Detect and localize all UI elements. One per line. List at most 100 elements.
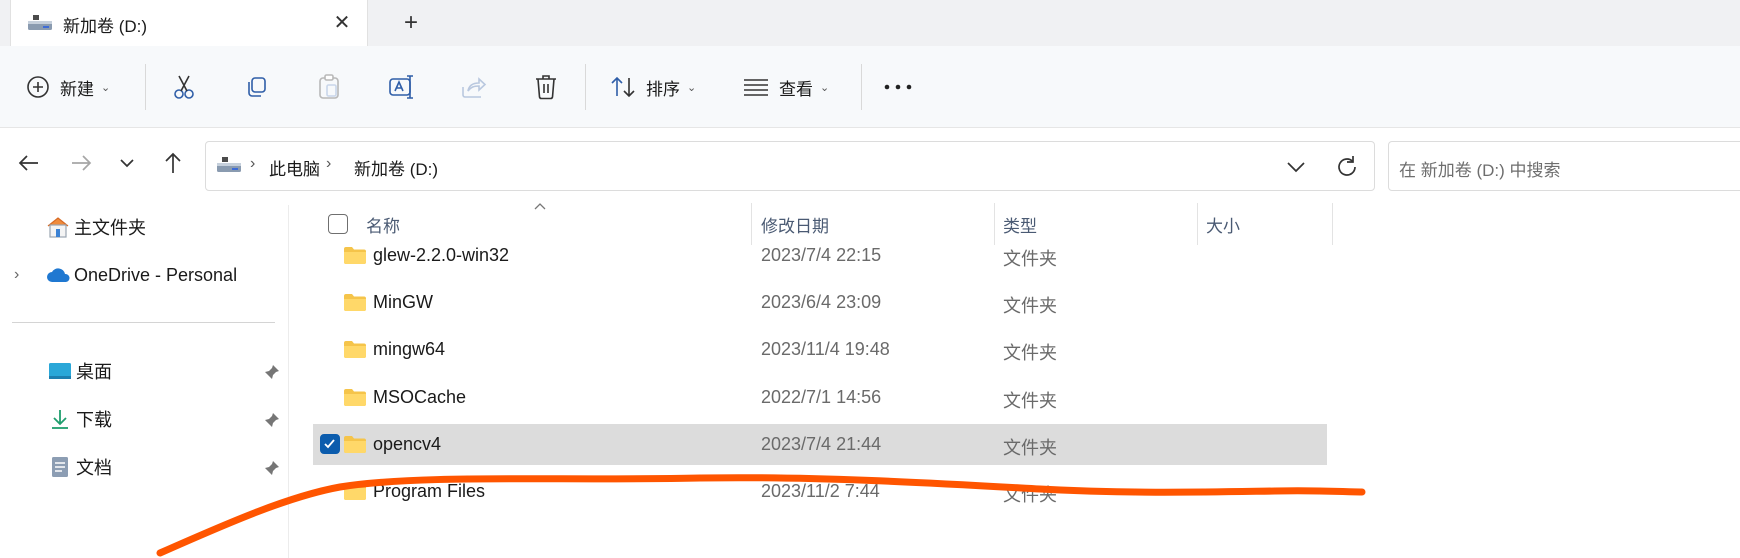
address-dropdown-icon[interactable]: [1284, 156, 1308, 178]
file-row[interactable]: MinGW 2023/6/4 23:09 文件夹: [313, 282, 1327, 323]
sidebar-item-onedrive[interactable]: › OneDrive - Personal: [14, 258, 237, 292]
chevron-down-icon: ⌄: [687, 81, 697, 94]
paste-icon: [319, 74, 339, 99]
close-tab-button[interactable]: ✕: [329, 10, 355, 36]
sidebar-item-home[interactable]: 主文件夹: [46, 210, 146, 244]
file-modified-date: 2023/11/4 19:48: [761, 339, 890, 359]
up-button[interactable]: [158, 148, 188, 178]
file-type: 文件夹: [1003, 249, 1057, 269]
recent-locations-button[interactable]: [112, 148, 142, 178]
sidebar-item-documents[interactable]: 文档: [48, 450, 112, 484]
view-label: 查看: [779, 79, 813, 99]
command-bar: 新建 ⌄ 排序 ⌄ 查看 ⌄: [0, 46, 1740, 128]
search-input[interactable]: 在 新加卷 (D:) 中搜索: [1388, 141, 1740, 191]
sidebar-item-desktop[interactable]: 桌面: [48, 354, 112, 388]
sidebar-item-downloads[interactable]: 下载: [48, 402, 112, 436]
column-header-size[interactable]: 大小: [1206, 212, 1240, 237]
pane-splitter[interactable]: [288, 205, 289, 558]
more-icon: [884, 84, 912, 90]
row-checkbox[interactable]: [320, 434, 340, 454]
drive-icon: [28, 15, 52, 30]
refresh-icon[interactable]: [1334, 154, 1360, 180]
breadcrumb-separator: ›: [250, 155, 256, 172]
delete-button[interactable]: [534, 46, 558, 128]
chevron-down-icon: ⌄: [101, 81, 111, 94]
add-circle-icon: [27, 76, 49, 98]
cloud-icon: [47, 268, 70, 282]
sidebar-item-label: OneDrive - Personal: [74, 264, 238, 285]
file-row[interactable]: MSOCache 2022/7/1 14:56 文件夹: [313, 377, 1327, 418]
file-name: MSOCache: [373, 387, 467, 407]
tab-title: 新加卷 (D:): [63, 17, 148, 36]
chevron-down-icon: [120, 159, 134, 168]
arrow-up-icon: [165, 152, 181, 173]
breadcrumb-drive-d[interactable]: 新加卷 (D:): [354, 155, 438, 180]
folder-icon: [344, 341, 366, 358]
file-name: opencv4: [373, 434, 442, 454]
share-button[interactable]: [461, 46, 487, 128]
home-icon: [47, 217, 69, 238]
toolbar-divider: [145, 64, 146, 110]
sort-button[interactable]: 排序 ⌄: [610, 46, 696, 128]
file-modified-date: 2023/6/4 23:09: [761, 292, 882, 312]
file-modified-date: 2023/11/2 7:44: [761, 481, 880, 501]
sort-ascending-icon: [534, 203, 546, 210]
sidebar-item-label: 下载: [76, 410, 112, 430]
forward-button[interactable]: [66, 148, 96, 178]
copy-button[interactable]: [244, 46, 268, 128]
file-row[interactable]: glew-2.2.0-win32 2023/7/4 22:15 文件夹: [313, 235, 1327, 276]
sort-icon: [611, 76, 635, 98]
file-modified-date: 2023/7/4 21:44: [761, 434, 882, 454]
chevron-right-icon[interactable]: ›: [14, 266, 32, 284]
rename-icon: [389, 75, 413, 99]
new-label: 新建: [60, 79, 94, 99]
folder-icon: [344, 389, 366, 406]
view-icon: [744, 79, 768, 96]
new-tab-button[interactable]: +: [396, 8, 426, 38]
file-name: Program Files: [373, 481, 486, 501]
sidebar-divider: [12, 322, 275, 323]
paste-button[interactable]: [318, 46, 340, 128]
toolbar-divider: [585, 64, 586, 110]
file-name: mingw64: [373, 339, 446, 359]
pin-icon[interactable]: [264, 364, 280, 380]
back-button[interactable]: [14, 148, 44, 178]
cut-button[interactable]: [172, 46, 196, 128]
more-options-button[interactable]: [884, 46, 912, 128]
folder-icon: [344, 483, 366, 500]
file-modified-date: 2023/7/4 22:15: [761, 245, 882, 265]
file-type: 文件夹: [1003, 343, 1057, 363]
file-row[interactable]: opencv4 2023/7/4 21:44 文件夹: [313, 424, 1327, 465]
view-button[interactable]: 查看 ⌄: [743, 46, 829, 128]
breadcrumb-separator: ›: [326, 155, 332, 172]
sidebar-item-label: 主文件夹: [74, 218, 146, 238]
pin-icon[interactable]: [264, 460, 280, 476]
file-name: glew-2.2.0-win32: [373, 245, 510, 265]
column-header-modified[interactable]: 修改日期: [761, 212, 829, 237]
file-name: MinGW: [373, 292, 433, 312]
sidebar-item-label: 文档: [76, 458, 112, 478]
file-type: 文件夹: [1003, 391, 1057, 411]
address-bar[interactable]: › 此电脑 › 新加卷 (D:): [205, 141, 1375, 191]
column-header-type[interactable]: 类型: [1003, 212, 1037, 237]
folder-icon: [344, 294, 366, 311]
new-button[interactable]: 新建 ⌄: [26, 46, 110, 128]
tab-drive-d[interactable]: 新加卷 (D:) ✕: [10, 0, 368, 46]
cut-icon: [174, 75, 194, 99]
file-row[interactable]: Program Files 2023/11/2 7:44 文件夹: [313, 471, 1327, 512]
file-modified-date: 2022/7/1 14:56: [761, 387, 882, 407]
column-header-name[interactable]: 名称: [366, 212, 400, 237]
breadcrumb-this-pc[interactable]: 此电脑: [269, 155, 320, 180]
select-all-checkbox[interactable]: [328, 214, 348, 234]
file-row[interactable]: mingw64 2023/11/4 19:48 文件夹: [313, 329, 1327, 370]
folder-icon: [344, 247, 366, 264]
column-divider[interactable]: [1332, 203, 1333, 245]
document-icon: [52, 457, 68, 477]
rename-button[interactable]: [388, 46, 416, 128]
share-icon: [462, 77, 487, 98]
drive-icon: [217, 157, 241, 172]
chevron-down-icon: ⌄: [820, 81, 830, 94]
copy-icon: [248, 77, 266, 97]
pin-icon[interactable]: [264, 412, 280, 428]
file-type: 文件夹: [1003, 296, 1057, 316]
